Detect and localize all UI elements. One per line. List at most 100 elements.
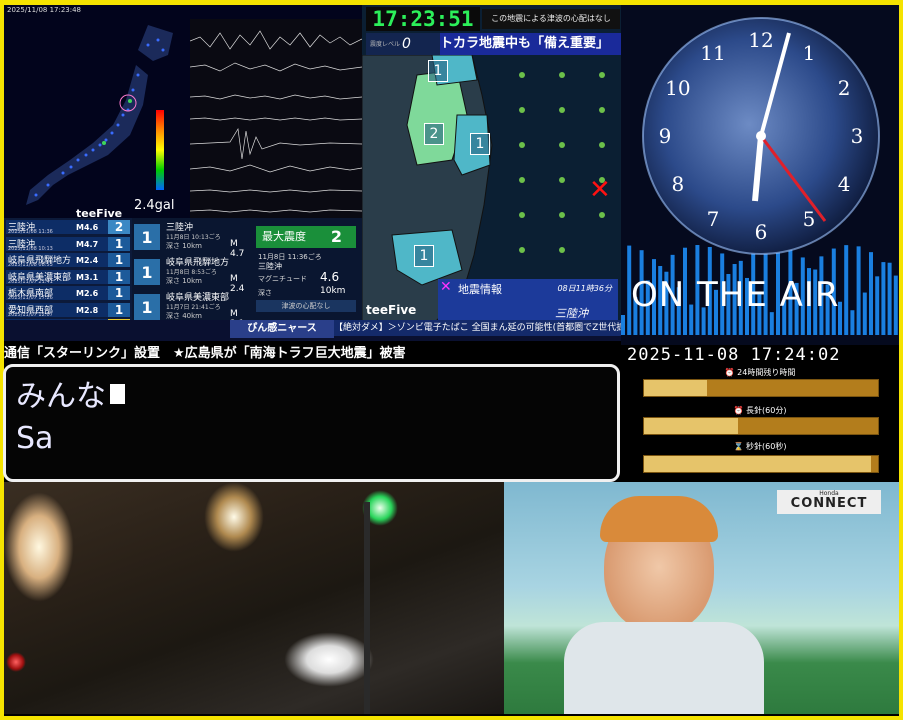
intensity-badge: 1 (134, 224, 160, 250)
shindo-level: 震度レベル 0 (366, 33, 440, 55)
shindo-level-value: 0 (402, 36, 411, 52)
clock-numeral: 2 (838, 76, 851, 100)
analog-clock-panel: 12 1 2 3 4 5 6 7 8 9 10 11 ON THE AIR (621, 5, 899, 345)
visualizer-bar (887, 262, 892, 335)
quake-detail-entry: 1 三陸沖 11月8日 10:13ごろ 深さ 10km M 4.7 (134, 220, 252, 259)
quake-intensity: 1 (108, 236, 130, 251)
quake-list-row: 岐阜県飛騨地方 2025/11/08 08:53 M2.4 1 (6, 253, 130, 268)
text-input-overlay[interactable]: みんな Sa (3, 364, 620, 482)
quake-intensity: 1 (108, 253, 130, 267)
visualizer-bar (850, 310, 855, 335)
hypocenter-region: 三陸沖 (258, 262, 282, 271)
timer-datetime: 2025-11-08 17:24:02 (627, 345, 841, 365)
quake-date: 2025/11/08 10:13 (8, 245, 53, 252)
magnitude-label: マグニチュード (258, 275, 307, 283)
timer-bar-label-2: ⏰ 長針(60分) (733, 406, 787, 415)
intensity-marker: 2 (424, 123, 444, 145)
epicenter-icon: ✕ (440, 279, 452, 295)
clock-numeral: 5 (803, 207, 816, 231)
max-intensity-value: 2 (330, 227, 342, 246)
brand-name: CONNECT (790, 496, 868, 511)
clock-numeral: 9 (659, 124, 672, 148)
quake-info-region: 三陸沖 (555, 307, 588, 320)
ticker-scroll-text: 通信「スターリンク」設置 ★広島県が「南海トラフ巨大地震」被害 (4, 346, 406, 361)
quake-date: 2025/11/08 11:36 (8, 229, 53, 235)
minute-hand-bar (643, 417, 879, 435)
detail-time: 11月8日 10:13ごろ (166, 234, 221, 241)
text-caret (110, 384, 125, 404)
depth-label: 深さ (258, 289, 272, 297)
shindo-level-label: 震度レベル (370, 41, 401, 48)
tsunami-status: 津波の心配なし (256, 300, 356, 312)
teefive-logo: teeFive (76, 207, 123, 218)
visualizer-bar (869, 252, 873, 335)
signal-pole (364, 502, 370, 714)
magnitude-value: 4.6 (320, 270, 340, 284)
detail-time: 11月8日 8:53ごろ (166, 269, 217, 276)
clock-numeral: 1 (803, 41, 816, 65)
quake-date: 2025/11/07 12:07 (8, 311, 53, 318)
car-headlights (284, 632, 374, 687)
quake-detail-entry: 1 岐阜県飛騨地方 11月8日 8:53ごろ 深さ 10km M 2.4 (134, 255, 252, 294)
street-lamp-glow (204, 482, 264, 552)
quake-intensity: 1 (108, 286, 130, 300)
clock-numeral: 11 (700, 41, 725, 65)
scrolling-ticker: 通信「スターリンク」設置 ★広島県が「南海トラフ巨大地震」被害 (4, 341, 621, 363)
quake-magnitude: M4.7 (76, 239, 99, 249)
quake-magnitude: M4.6 (76, 223, 99, 232)
timer-bar-label-1: ⏰ 24時間残り時間 (724, 368, 796, 377)
input-line-2[interactable]: Sa (16, 421, 53, 456)
quake-list-row: 三陸沖 2025/11/08 11:36 M4.6 2 (6, 220, 130, 235)
visualizer-bar (769, 312, 774, 335)
intensity-marker: 1 (428, 60, 448, 82)
clock-numeral: 3 (851, 124, 864, 148)
input-composed-text: みんな (16, 379, 106, 414)
depth-value: 10km (320, 286, 346, 296)
quake-list-row: 栃木県南部 2025/11/07 17:26 M2.6 1 (6, 286, 130, 301)
visualizer-bar (621, 315, 625, 335)
quake-list-row: 三陸沖 2025/11/08 10:13 M4.7 1 (6, 236, 130, 252)
clock-numeral: 4 (838, 172, 851, 196)
news-headline: トカラ地震中も「備え重要」 (440, 33, 621, 55)
max-intensity: 最大震度 2 (256, 226, 356, 248)
clock-numeral: 10 (665, 76, 690, 100)
intensity-marker: 1 (470, 133, 490, 155)
gal-readout: 2.4gal (134, 198, 175, 213)
visualizer-bar (875, 276, 880, 335)
light-glare (4, 492, 74, 602)
clock-numeral: 8 (671, 172, 684, 196)
input-line-1[interactable]: みんな (16, 371, 125, 415)
quake-magnitude: M3.1 (76, 272, 99, 282)
teefive-logo-map: teeFive (366, 303, 417, 317)
on-air-label: ON THE AIR (631, 275, 840, 315)
quake-date: 2025/11/08 08:53 (8, 262, 53, 268)
seismograph-panel: 2025/11/08 17:23:48 2.4gal teeFive (4, 5, 362, 218)
second-hand-bar (643, 455, 879, 473)
epicenter-mark: ✕ (589, 175, 611, 205)
quake-magnitude: M2.4 (76, 256, 99, 265)
ticker-headline: 【絶対ダメ】＞ゾンビ電子たばこ 全国まん延の可能性(首都圏でZ世代拡大か?) (334, 320, 621, 336)
person-jacket (564, 622, 764, 714)
honda-connect-logo: Honda CONNECT (777, 490, 881, 514)
quake-date: 2025/11/07 17:26 (8, 295, 53, 301)
quake-info-box: ✕ 地震情報 08日11時36分 三陸沖 (438, 279, 618, 325)
seismograph-timestamp: 2025/11/08 17:23:48 (7, 6, 82, 14)
quake-intensity: 1 (108, 302, 130, 317)
pga-color-scale (156, 110, 164, 190)
timer-panel: 2025-11-08 17:24:02 ⏰ 24時間残り時間 ⏰ 長針(60分)… (621, 345, 899, 480)
intensity-badge: 1 (134, 259, 160, 285)
clock-numeral: 7 (707, 207, 720, 231)
clock-face: 121234567891011 (642, 17, 880, 255)
quake-date: 2025/11/07 21:41 (8, 278, 53, 285)
ticker-source: ぴん感ニャース (230, 320, 334, 338)
visualizer-bar (893, 275, 898, 335)
quake-info-date: 08日11時36分 (557, 284, 612, 293)
quake-intensity: 2 (108, 220, 130, 234)
quake-info-title: 地震情報 (458, 283, 502, 296)
day-remaining-bar (643, 379, 879, 397)
street-camera-feed (4, 482, 504, 714)
waveform-traces (190, 19, 362, 218)
visualizer-bar (862, 292, 867, 335)
quake-intensity: 1 (108, 269, 130, 284)
quake-list-row: 岐阜県美濃東部 2025/11/07 21:41 M3.1 1 (6, 269, 130, 285)
